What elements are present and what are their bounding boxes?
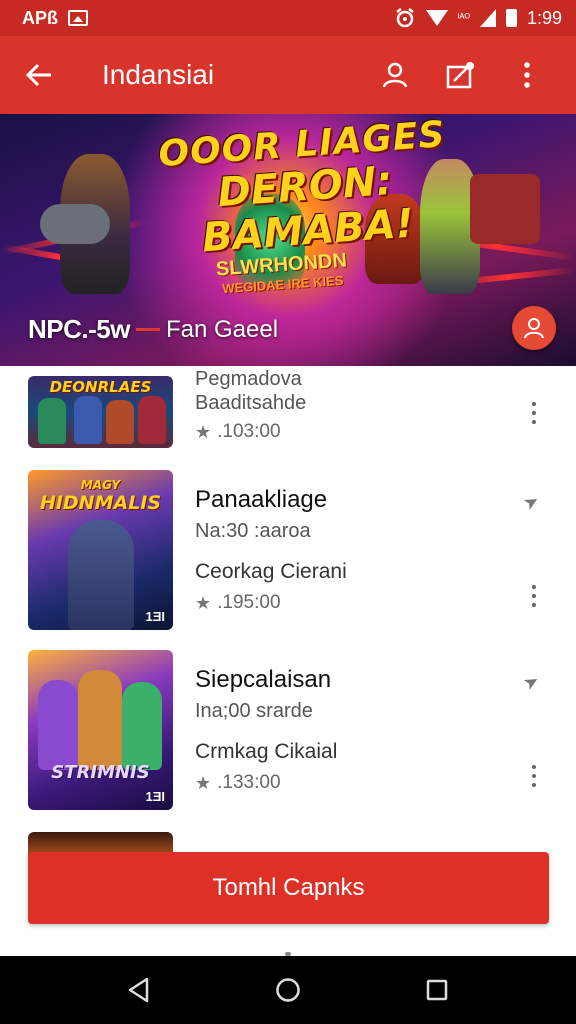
app-title: Indansiai <box>102 59 215 90</box>
arrow-left-icon <box>25 63 51 87</box>
item-subtitle: Na:30 :aaroa <box>195 520 311 542</box>
battery-icon <box>505 9 517 27</box>
status-left: APß <box>22 8 88 29</box>
item-thumbnail: STRIMNIS 1ƎI <box>28 650 173 810</box>
nav-back-button[interactable] <box>109 960 169 1020</box>
item-more-button[interactable] <box>526 582 542 610</box>
back-button[interactable] <box>0 36 78 114</box>
thumb-badge: 1ƎI <box>145 609 165 624</box>
more-vert-icon <box>524 62 530 88</box>
share-icon[interactable]: ➤ <box>520 670 544 696</box>
thumb-top: MAGY <box>80 478 121 492</box>
item-thumbnail: MAGY HIDNMALIS 1ƎI <box>28 470 173 630</box>
carrier-label: APß <box>22 7 58 28</box>
item-thumbnail: DEONRLAES <box>28 376 173 448</box>
image-icon <box>68 10 88 26</box>
banner-caption: NPC.-5w Fan Gaeel <box>28 314 278 345</box>
item-rating-value: .103:00 <box>217 421 281 442</box>
thumb-badge: 1ƎI <box>145 789 165 804</box>
account-icon <box>382 62 408 88</box>
star-icon: ★ <box>195 421 212 442</box>
thumb-figure <box>138 396 166 444</box>
hero-cannon <box>40 204 110 244</box>
list-item[interactable]: DEONRLAES Pegmadova Baaditsahde ★ .103:0… <box>0 366 576 466</box>
share-edit-button[interactable] <box>428 36 494 114</box>
item-rating-value: .195:00 <box>217 592 281 613</box>
item-description: Crmkag Cikaial <box>195 740 338 763</box>
system-nav-bar <box>0 956 576 1024</box>
thumb-figure <box>38 398 66 444</box>
thumb-figure <box>78 670 122 770</box>
thumb-title: DEONRLAES <box>49 378 152 396</box>
thumb-figure <box>68 520 134 630</box>
thumb-title: STRIMNIS <box>51 762 150 783</box>
share-icon[interactable]: ➤ <box>520 490 544 516</box>
star-icon: ★ <box>195 592 212 613</box>
alarm-icon <box>395 8 414 28</box>
status-right: ᴵᴬᴼ 1:99 <box>394 7 562 29</box>
item-title: Panaakliage <box>195 486 328 513</box>
banner-caption-main: NPC.-5w <box>28 314 130 344</box>
list-item[interactable]: MAGY HIDNMALIS 1ƎI Panaakliage Na:30 :aa… <box>0 466 576 646</box>
item-rating: ★ .103:00 <box>195 421 281 443</box>
thumb-title: HIDNMALIS <box>39 492 162 514</box>
clock: 1:99 <box>526 7 562 28</box>
list-item[interactable]: STRIMNIS 1ƎI Siepcalaisan Ina;00 srarde … <box>0 646 576 826</box>
banner-caption-sub: Fan Gaeel <box>165 315 279 343</box>
app-actions <box>362 36 576 114</box>
signal-icon <box>479 9 496 27</box>
home-circle-icon <box>276 978 300 1002</box>
nav-home-button[interactable] <box>258 960 318 1020</box>
status-bar: APß ᴵᴬᴼ 1:99 <box>0 0 576 36</box>
app-bar: Indansiai <box>0 36 576 114</box>
item-rating: ★ .195:00 <box>195 592 281 614</box>
person-icon <box>524 318 544 339</box>
account-button[interactable] <box>362 36 428 114</box>
thumb-figure <box>106 400 134 444</box>
hero-machine <box>470 174 540 244</box>
item-more-button[interactable] <box>526 762 542 790</box>
wifi-icon <box>425 10 448 26</box>
recents-square-icon <box>427 979 448 1001</box>
thumb-figure <box>38 680 78 770</box>
thumb-figure <box>122 682 162 770</box>
status-small-label: ᴵᴬᴼ <box>457 12 470 24</box>
item-rating-value: .133:00 <box>217 772 281 793</box>
banner-logo: OOOR LIAGES DERON: BAMABA! <box>136 114 474 264</box>
thumb-figure <box>74 396 102 444</box>
item-more-button[interactable] <box>526 399 542 427</box>
nav-recents-button[interactable] <box>407 960 467 1020</box>
item-rating: ★ .133:00 <box>195 772 281 794</box>
back-triangle-icon <box>128 977 148 1003</box>
item-title: Siepcalaisan <box>195 666 332 693</box>
banner-profile-button[interactable] <box>512 306 556 350</box>
caption-divider <box>135 328 160 331</box>
item-description: Ceorkag Cierani <box>195 560 347 583</box>
item-subtitle: Pegmadova <box>195 368 302 390</box>
primary-action-button[interactable]: Tomhl Capnks <box>28 852 549 924</box>
more-options-button[interactable] <box>494 36 560 114</box>
star-icon: ★ <box>195 772 212 793</box>
share-edit-icon <box>446 62 474 89</box>
item-subtitle: Ina;00 srarde <box>195 700 313 722</box>
featured-banner[interactable]: OOOR LIAGES DERON: BAMABA! SLWRHONDN WEG… <box>0 114 576 366</box>
item-description: Baaditsahde <box>195 392 307 414</box>
